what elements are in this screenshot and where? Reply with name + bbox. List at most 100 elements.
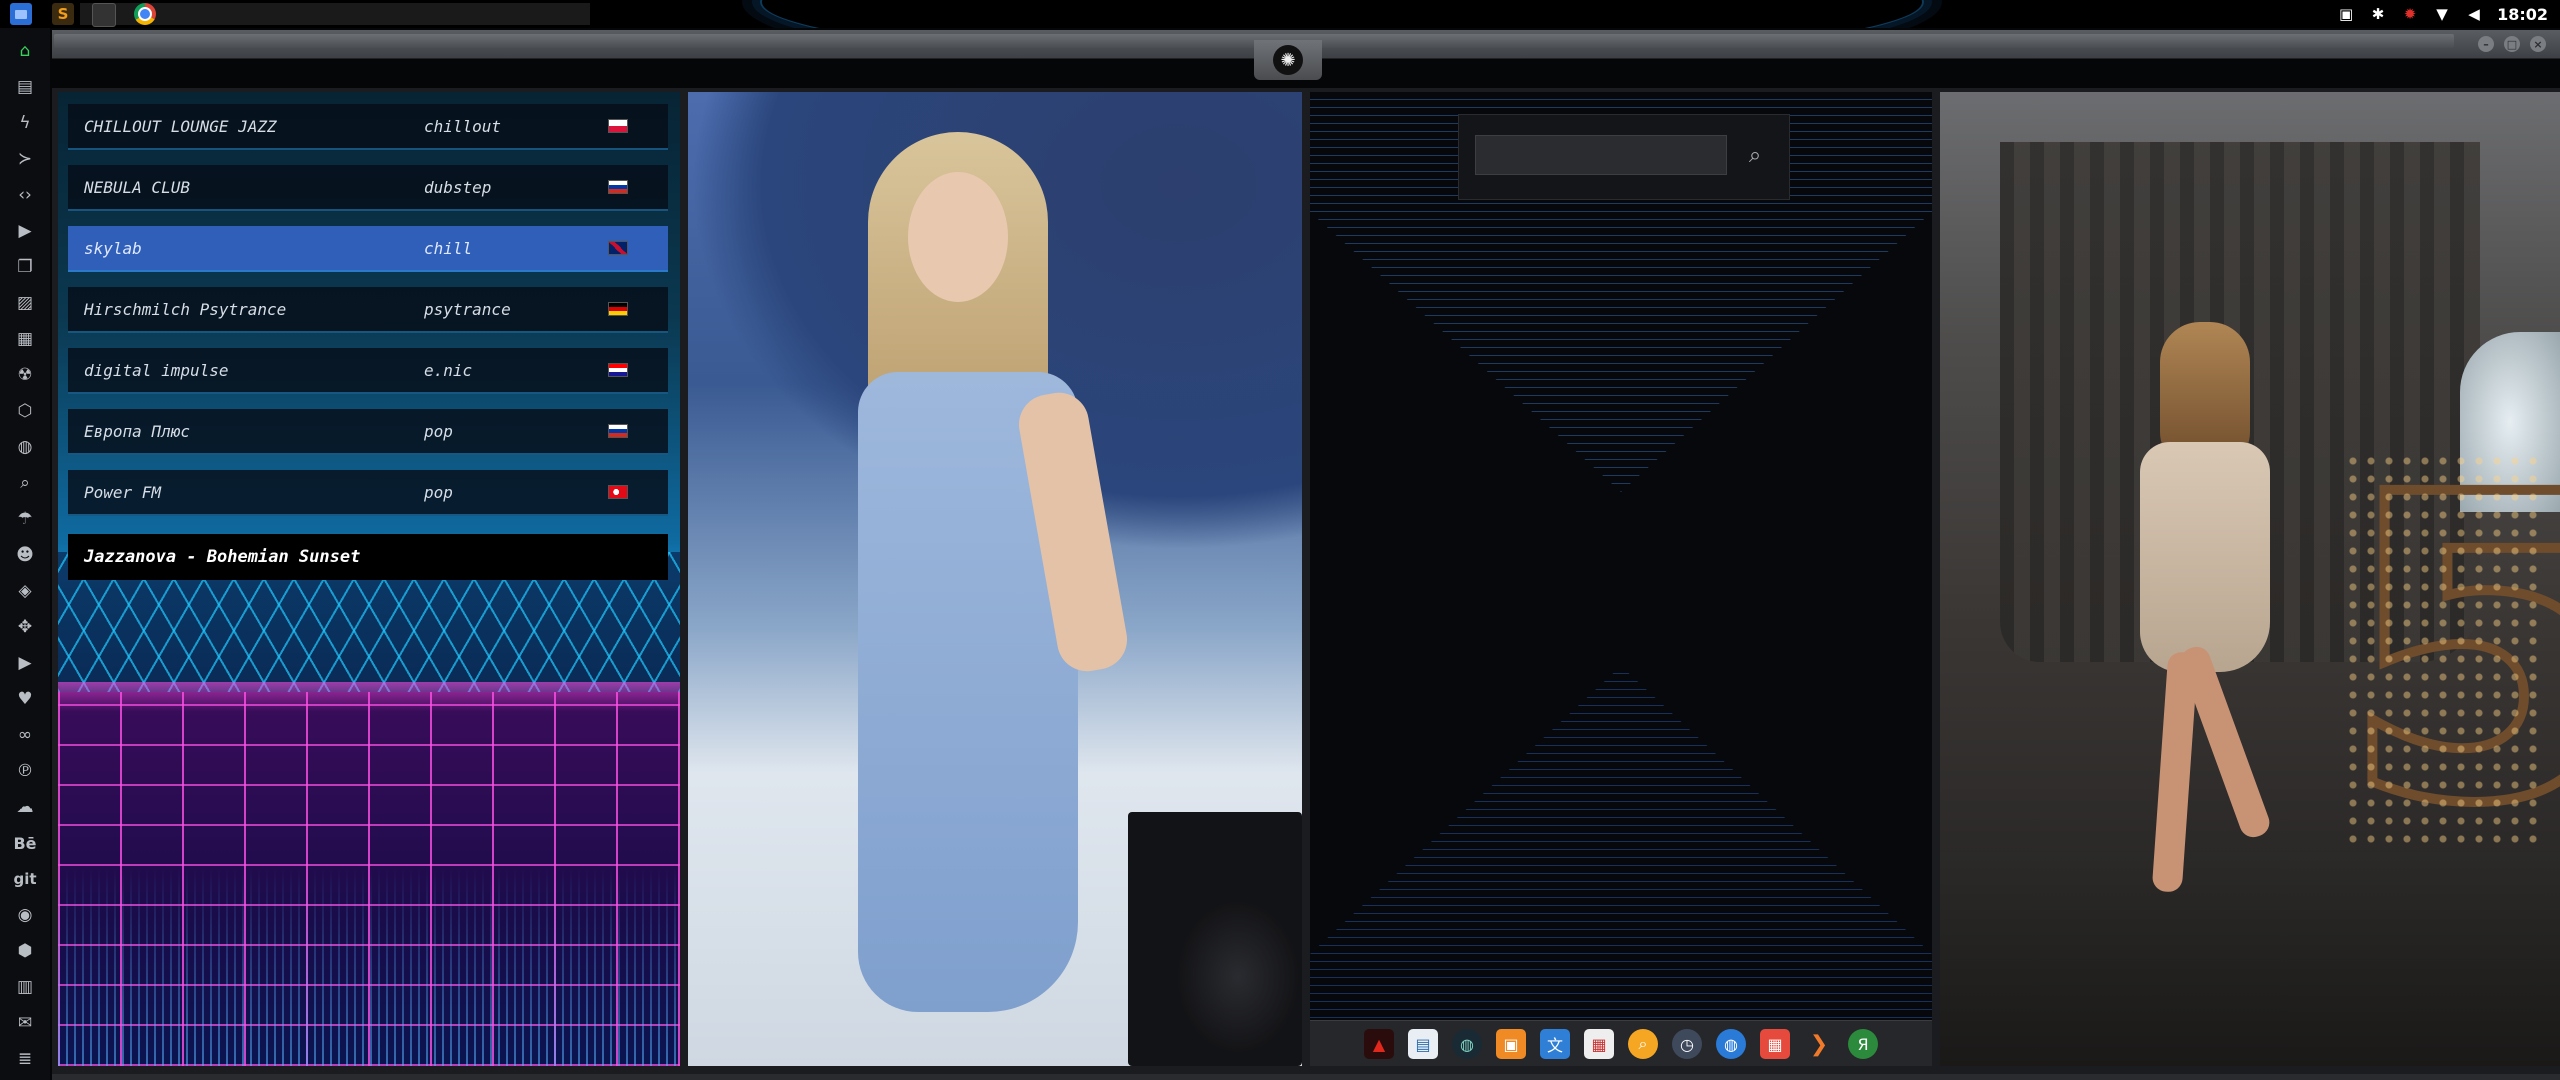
arrow-icon[interactable]: ❯ bbox=[1804, 1029, 1834, 1059]
marquee-bulbs bbox=[2344, 452, 2544, 852]
station-row[interactable]: NEBULA CLUB dubstep bbox=[68, 165, 668, 211]
wifi-icon[interactable]: ▼ bbox=[2433, 5, 2451, 23]
terminal-prompt-icon[interactable]: ≻ bbox=[12, 146, 38, 172]
station-row[interactable]: Hirschmilch Psytrance psytrance bbox=[68, 287, 668, 333]
dancer-dress bbox=[2140, 442, 2270, 672]
translate-icon[interactable]: 文 bbox=[1540, 1029, 1570, 1059]
station-row[interactable]: CHILLOUT LOUNGE JAZZ chillout bbox=[68, 104, 668, 150]
contact-icon[interactable]: ☻ bbox=[12, 542, 38, 568]
station-genre: e.nic bbox=[424, 360, 473, 380]
tag-icon[interactable]: ◈ bbox=[12, 578, 38, 604]
taskbar-strip bbox=[80, 3, 590, 25]
station-genre: chill bbox=[424, 238, 473, 258]
image-icon[interactable]: ▨ bbox=[12, 290, 38, 316]
equalizer-visualizer bbox=[58, 866, 680, 1066]
station-genre: psytrance bbox=[424, 299, 511, 319]
app-launcher-sidebar: ⌂ ▤ ϟ ≻ ‹› ▶ ❐ ▨ ▦ ☢ ⬡ ◍ ⌕ ☂ ☻ ◈ ✥ ▶ ♥ ∞… bbox=[0, 28, 50, 1080]
hexagon-icon[interactable]: ⬡ bbox=[12, 398, 38, 424]
acrobat-icon[interactable]: ▲ bbox=[1364, 1029, 1394, 1059]
home-icon[interactable]: ⌂ bbox=[12, 38, 38, 64]
infinity-icon[interactable]: ∞ bbox=[12, 722, 38, 748]
station-row[interactable]: Европа Плюс pop bbox=[68, 409, 668, 455]
server-icon[interactable]: ≣ bbox=[12, 1046, 38, 1072]
station-genre: pop bbox=[424, 482, 453, 502]
globe-icon[interactable]: ◍ bbox=[12, 434, 38, 460]
photo-panel-2: 5 bbox=[1940, 92, 2560, 1066]
behance-icon[interactable]: Bē bbox=[12, 830, 38, 856]
globe-dark-icon[interactable]: ◍ bbox=[1452, 1029, 1482, 1059]
station-name: skylab bbox=[84, 238, 142, 258]
station-row[interactable]: Power FM pop bbox=[68, 470, 668, 516]
maximize-icon[interactable]: □ bbox=[2504, 36, 2520, 52]
volume-icon[interactable]: ◀ bbox=[2465, 5, 2483, 23]
bluetooth-icon[interactable]: ✱ bbox=[2369, 5, 2387, 23]
geometric-panel: ⌕ ▲ ▤ ◍ ▣ 文 ▦ ⌕ ◷ ◍ ▦ ❯ Я bbox=[1310, 92, 1932, 1066]
news-icon[interactable]: ▦ bbox=[1584, 1029, 1614, 1059]
search-widget: ⌕ bbox=[1458, 114, 1790, 200]
geometric-triangle-bottom bbox=[1310, 666, 1932, 1066]
system-tray: ▣ ✱ ✹ ▼ ◀ 18:02 bbox=[2337, 0, 2560, 28]
mail-icon[interactable]: ✉ bbox=[12, 1010, 38, 1036]
sublime-text-icon[interactable]: S bbox=[52, 3, 74, 25]
cloud-icon[interactable]: ☁ bbox=[12, 794, 38, 820]
panels: CHILLOUT LOUNGE JAZZ chillout NEBULA CLUB d… bbox=[52, 58, 2560, 1074]
umbrella-icon[interactable]: ☂ bbox=[12, 506, 38, 532]
clock-icon[interactable]: ◷ bbox=[1672, 1029, 1702, 1059]
flag-russia-icon bbox=[608, 424, 628, 438]
station-name: Hirschmilch Psytrance bbox=[84, 299, 287, 319]
photos-icon[interactable]: ▣ bbox=[1496, 1029, 1526, 1059]
search-icon[interactable]: ⌕ bbox=[1739, 139, 1771, 171]
code-icon[interactable]: ‹› bbox=[12, 182, 38, 208]
station-row[interactable]: skylab chill bbox=[68, 226, 668, 272]
photo-face bbox=[908, 172, 1008, 302]
flag-turkey-icon bbox=[608, 485, 628, 499]
station-row[interactable]: digital impulse e.nic bbox=[68, 348, 668, 394]
station-name: digital impulse bbox=[84, 360, 229, 380]
gear-red-icon[interactable]: ✹ bbox=[2401, 5, 2419, 23]
now-playing-title: Jazzanova - Bohemian Sunset bbox=[84, 547, 361, 567]
expand-icon[interactable]: ✥ bbox=[12, 614, 38, 640]
search-orange-icon[interactable]: ⌕ bbox=[1628, 1029, 1658, 1059]
map-icon[interactable]: ▥ bbox=[12, 974, 38, 1000]
station-name: Европа Плюс bbox=[84, 421, 190, 441]
pinterest-icon[interactable]: ℗ bbox=[12, 758, 38, 784]
station-genre: chillout bbox=[424, 116, 502, 136]
close-icon[interactable]: × bbox=[2530, 36, 2546, 52]
youtube-icon[interactable]: ▶ bbox=[12, 650, 38, 676]
station-genre: pop bbox=[424, 421, 453, 441]
radio-background-horizon bbox=[58, 682, 680, 712]
photo-woman-blue-dress bbox=[838, 132, 1132, 1066]
station-name: NEBULA CLUB bbox=[84, 177, 190, 197]
git-icon[interactable]: git bbox=[12, 866, 38, 892]
web-globe-icon[interactable]: ◍ bbox=[1716, 1029, 1746, 1059]
image-icon[interactable]: ▣ bbox=[2337, 5, 2355, 23]
chrome-icon[interactable] bbox=[134, 3, 156, 25]
lightning-icon[interactable]: ϟ bbox=[12, 110, 38, 136]
play-icon[interactable]: ▶ bbox=[12, 218, 38, 244]
minimize-icon[interactable]: – bbox=[2478, 36, 2494, 52]
window-bottom-edge bbox=[52, 1074, 2560, 1080]
search-input[interactable] bbox=[1475, 135, 1727, 175]
flag-poland-icon bbox=[608, 119, 628, 133]
calendar-icon[interactable]: ▦ bbox=[1760, 1029, 1790, 1059]
heart-icon[interactable]: ♥ bbox=[12, 686, 38, 712]
photo-panel-1 bbox=[688, 92, 1302, 1066]
files-icon[interactable] bbox=[10, 3, 32, 25]
photo-woofer bbox=[1178, 902, 1298, 1052]
flag-croatia-icon bbox=[608, 363, 628, 377]
wallpaper-arc bbox=[760, 0, 1924, 28]
news-icon[interactable]: ▦ bbox=[12, 326, 38, 352]
terminal-icon[interactable] bbox=[92, 3, 116, 27]
system-top-bar: S ▣ ✱ ✹ ▼ ◀ 18:02 bbox=[0, 0, 2560, 28]
spreadsheet-icon[interactable]: ▤ bbox=[1408, 1029, 1438, 1059]
clock[interactable]: 18:02 bbox=[2497, 5, 2548, 24]
yandex-icon[interactable]: Я bbox=[1848, 1029, 1878, 1059]
github-icon[interactable]: ◉ bbox=[12, 902, 38, 928]
radiation-icon[interactable]: ☢ bbox=[12, 362, 38, 388]
station-name: Power FM bbox=[84, 482, 162, 502]
app-dock: ▲ ▤ ◍ ▣ 文 ▦ ⌕ ◷ ◍ ▦ ❯ Я bbox=[1310, 1020, 1932, 1066]
document-icon[interactable]: ▤ bbox=[12, 74, 38, 100]
search-icon[interactable]: ⌕ bbox=[12, 470, 38, 496]
pages-icon[interactable]: ❐ bbox=[12, 254, 38, 280]
cubes-icon[interactable]: ⬢ bbox=[12, 938, 38, 964]
